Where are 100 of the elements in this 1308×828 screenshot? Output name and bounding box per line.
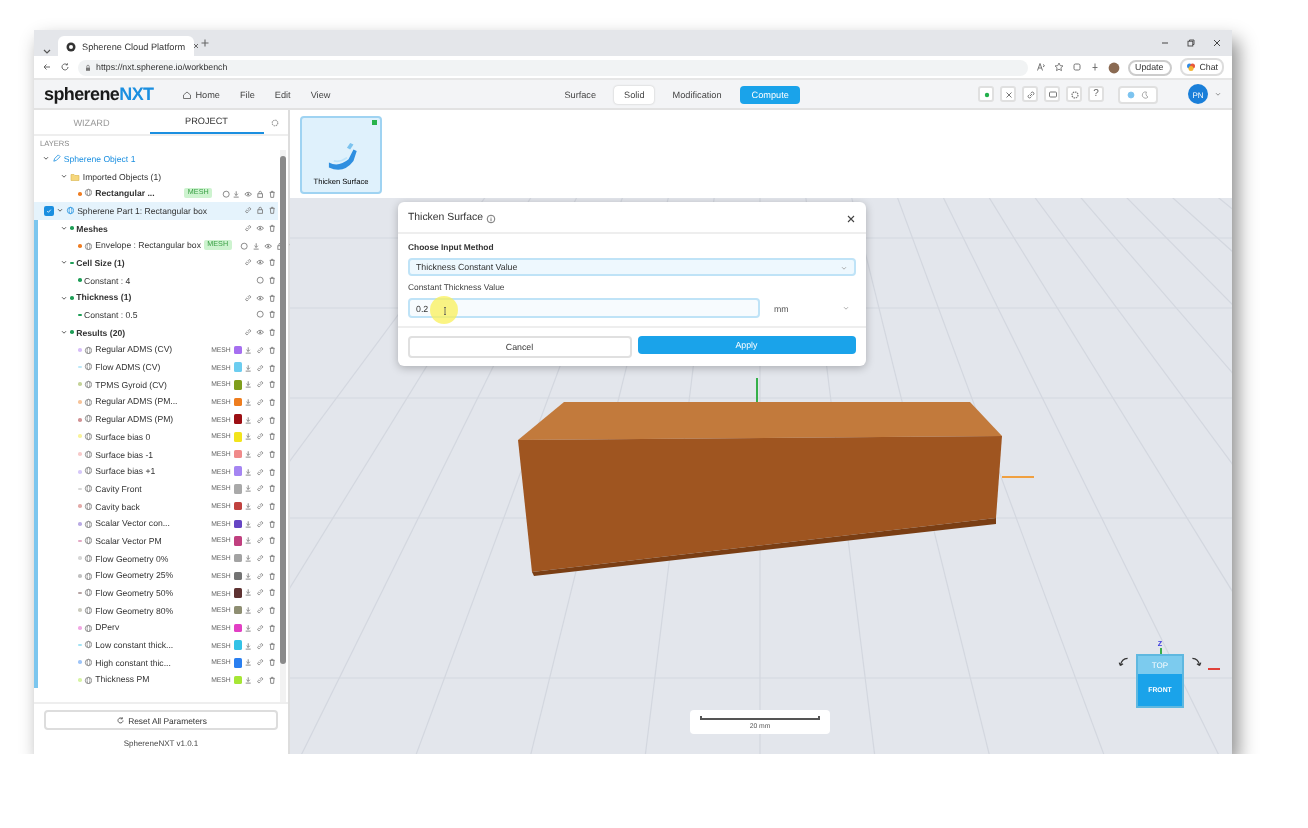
close-icon[interactable] — [846, 213, 856, 223]
link-icon[interactable] — [256, 536, 265, 546]
link-icon[interactable] — [244, 224, 253, 233]
trash-icon[interactable] — [267, 363, 276, 372]
color-swatch[interactable] — [233, 345, 243, 355]
chevron-icon[interactable] — [60, 172, 68, 181]
rotate-right-icon[interactable] — [1190, 656, 1202, 668]
download-icon[interactable] — [244, 536, 253, 546]
eye-icon[interactable] — [256, 224, 265, 233]
color-swatch[interactable] — [233, 432, 243, 442]
rotate-left-icon[interactable] — [1118, 656, 1130, 668]
settings-icon[interactable] — [270, 117, 280, 127]
color-swatch[interactable] — [233, 501, 243, 511]
link-icon[interactable] — [256, 432, 265, 441]
info-icon[interactable] — [486, 213, 497, 223]
trash-icon[interactable] — [267, 519, 276, 528]
link-icon[interactable] — [256, 415, 265, 424]
trash-icon[interactable] — [267, 606, 276, 615]
color-swatch[interactable] — [233, 588, 243, 598]
link-icon[interactable] — [244, 293, 253, 302]
color-swatch[interactable] — [233, 571, 243, 581]
trash-icon[interactable] — [267, 224, 276, 233]
circle-icon[interactable] — [240, 241, 250, 250]
read-aloud-icon[interactable] — [1035, 62, 1046, 72]
link-icon[interactable] — [256, 484, 265, 493]
link-icon[interactable] — [256, 345, 265, 354]
settings-button[interactable] — [1066, 86, 1082, 102]
download-icon[interactable] — [244, 484, 253, 493]
scrollbar[interactable] — [280, 150, 286, 702]
download-icon[interactable] — [244, 449, 253, 459]
eye-icon[interactable] — [244, 189, 253, 198]
link-icon[interactable] — [256, 606, 265, 615]
color-swatch[interactable] — [233, 484, 243, 494]
trash-icon[interactable] — [267, 345, 276, 354]
link-icon[interactable] — [256, 675, 265, 685]
download-icon[interactable] — [244, 467, 253, 476]
link-icon[interactable] — [256, 571, 265, 580]
link-icon[interactable] — [256, 467, 265, 476]
lock-icon[interactable] — [256, 189, 265, 198]
trash-icon[interactable] — [267, 467, 276, 476]
status-button[interactable] — [978, 86, 994, 102]
link-icon[interactable] — [256, 658, 265, 667]
link-icon[interactable] — [256, 449, 265, 459]
new-tab-icon[interactable] — [200, 38, 210, 48]
close-icon[interactable] — [191, 42, 200, 50]
link-icon[interactable] — [256, 397, 265, 407]
link-icon[interactable] — [256, 623, 265, 632]
close-icon[interactable] — [1212, 38, 1222, 48]
pin-icon[interactable] — [1089, 62, 1100, 72]
trash-icon[interactable] — [267, 675, 276, 685]
profile-avatar[interactable] — [1107, 61, 1120, 73]
minimize-icon[interactable] — [1160, 38, 1170, 48]
download-icon[interactable] — [244, 363, 253, 372]
color-swatch[interactable] — [233, 519, 243, 529]
trash-icon[interactable] — [267, 432, 276, 441]
link-icon[interactable] — [256, 363, 265, 372]
trash-icon[interactable] — [267, 258, 276, 268]
dropdown-icon[interactable] — [42, 46, 52, 56]
eye-icon[interactable] — [263, 241, 273, 250]
color-swatch[interactable] — [233, 553, 243, 563]
download-icon[interactable] — [244, 623, 253, 632]
tools-button[interactable] — [1000, 86, 1016, 102]
trash-icon[interactable] — [267, 623, 276, 632]
chevron-icon[interactable] — [55, 206, 64, 215]
trash-icon[interactable] — [267, 658, 276, 667]
trash-icon[interactable] — [267, 588, 276, 598]
circle-icon[interactable] — [256, 310, 265, 320]
link-icon[interactable] — [244, 258, 253, 268]
trash-icon[interactable] — [267, 310, 276, 320]
download-icon[interactable] — [244, 432, 253, 441]
trash-icon[interactable] — [267, 641, 276, 650]
circle-icon[interactable] — [256, 276, 265, 285]
trash-icon[interactable] — [267, 449, 276, 459]
download-icon[interactable] — [244, 380, 253, 389]
lock-icon[interactable] — [256, 206, 265, 215]
circle-icon[interactable] — [221, 189, 230, 198]
back-icon[interactable] — [42, 62, 52, 72]
layer-checkbox[interactable] — [44, 206, 53, 216]
link-icon[interactable] — [256, 641, 265, 650]
trash-icon[interactable] — [267, 293, 276, 302]
download-icon[interactable] — [252, 241, 261, 250]
theme-toggle[interactable] — [1118, 85, 1158, 103]
color-swatch[interactable] — [233, 605, 243, 615]
download-icon[interactable] — [244, 675, 253, 685]
color-swatch[interactable] — [233, 362, 243, 372]
color-swatch[interactable] — [233, 675, 243, 685]
color-swatch[interactable] — [233, 449, 243, 459]
link-icon[interactable] — [256, 380, 265, 389]
trash-icon[interactable] — [267, 536, 276, 546]
trash-icon[interactable] — [267, 397, 276, 407]
download-icon[interactable] — [244, 641, 253, 650]
eye-icon[interactable] — [256, 328, 265, 337]
trash-icon[interactable] — [267, 380, 276, 389]
restore-icon[interactable] — [1186, 38, 1196, 48]
color-swatch[interactable] — [233, 414, 243, 424]
download-icon[interactable] — [244, 571, 253, 580]
trash-icon[interactable] — [267, 415, 276, 424]
caret-icon[interactable] — [1214, 90, 1222, 98]
trash-icon[interactable] — [267, 328, 276, 337]
link-icon[interactable] — [256, 502, 265, 511]
